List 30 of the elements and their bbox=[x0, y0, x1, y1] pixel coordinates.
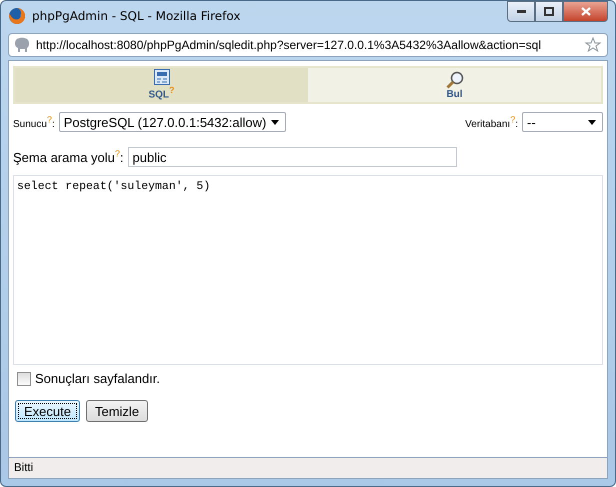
server-label: Sunucu$^{?}$: bbox=[13, 114, 55, 130]
address-bar[interactable]: http://localhost:8080/phpPgAdmin/sqledit.php?server=127.0.0.1%3A5432%3Aallow&action=sql bbox=[8, 32, 608, 56]
minimize-icon bbox=[516, 10, 526, 13]
dropdown-caret-icon bbox=[588, 120, 596, 124]
close-icon bbox=[580, 7, 590, 16]
firefox-logo-icon bbox=[8, 7, 26, 25]
maximize-button[interactable] bbox=[535, 1, 563, 22]
server-select[interactable]: PostgreSQL (127.0.0.1:5432:allow) bbox=[58, 112, 286, 132]
search-path-field[interactable]: public bbox=[128, 147, 457, 167]
paginate-label: Sonuçları sayfalandır. bbox=[35, 371, 160, 386]
form-button[interactable]: Temizle bbox=[86, 400, 148, 422]
database-label: Veritabanı$^{?}$: bbox=[465, 114, 518, 130]
sql-document-icon bbox=[154, 69, 170, 86]
tab[interactable]: Bul bbox=[308, 68, 601, 102]
minimize-button[interactable] bbox=[507, 1, 535, 22]
dropdown-caret-icon bbox=[270, 120, 279, 124]
star-icon[interactable] bbox=[585, 36, 601, 52]
elephant-icon bbox=[13, 36, 31, 52]
sql-editor[interactable]: select repeat('suleyman', 5) bbox=[13, 175, 603, 365]
window-title: phpPgAdmin - SQL - Mozilla Firefox bbox=[32, 9, 242, 23]
url-text: http://localhost:8080/phpPgAdmin/sqledit.php?server=127.0.0.1%3A5432%3Aallow&action=sql bbox=[36, 38, 542, 52]
magnifier-icon bbox=[446, 70, 464, 88]
checkbox[interactable] bbox=[17, 372, 31, 386]
close-button[interactable] bbox=[563, 1, 608, 22]
database-select[interactable]: -- bbox=[522, 112, 603, 132]
form-button[interactable]: Execute bbox=[15, 400, 80, 422]
maximize-icon bbox=[544, 7, 554, 16]
tab[interactable]: SQL$^{?}$ bbox=[15, 68, 308, 102]
status-bar: Bitti bbox=[8, 458, 608, 479]
search-path-label: Şema arama yolu$^{?}$: bbox=[13, 148, 124, 166]
